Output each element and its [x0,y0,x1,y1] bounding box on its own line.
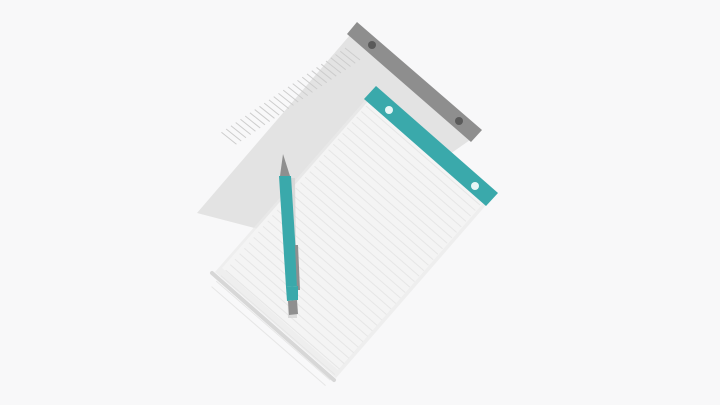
back-notepad-rule-line [249,112,266,126]
back-notepad-rule-line [259,105,275,119]
back-notepad-rule-line [235,122,252,135]
back-notepad-rule-line [278,92,294,106]
back-notepad-rule-line [282,89,299,103]
back-notepad-rule-line [273,96,290,109]
back-notepad-rule-line [263,102,280,116]
back-notepad-rule-line [240,118,256,132]
front-notepad-hole-right [471,182,479,190]
back-notepad-hole-left [368,41,376,49]
back-notepad-rule-line [221,131,237,145]
illustration-canvas [0,0,720,405]
back-notepad-rule-line [254,109,271,122]
back-notepad-rule-line [268,99,285,113]
back-notepad-rule-line [230,125,247,139]
back-notepad-hole-right [455,117,463,125]
notepad-and-pencil-illustration [197,22,498,386]
back-notepad-rule-line [225,128,242,142]
pencil-band [286,286,298,301]
back-notepad-rule-line [244,115,261,129]
pencil-end [288,300,298,315]
front-notepad-hole-left [385,106,393,114]
